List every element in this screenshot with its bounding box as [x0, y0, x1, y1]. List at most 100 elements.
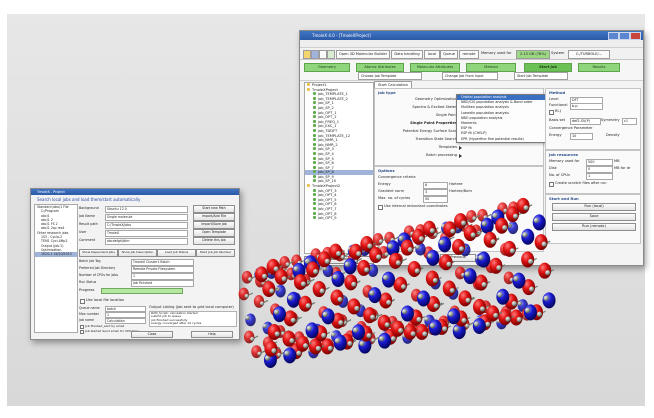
carbon-atom [257, 351, 262, 356]
carbon-atom [472, 216, 477, 221]
carbon-atom [453, 326, 459, 332]
carbon-atom [522, 232, 528, 238]
carbon-atom [502, 225, 508, 231]
carbon-atom [481, 281, 487, 288]
carbon-atom [524, 307, 531, 313]
carbon-atom [511, 301, 517, 307]
carbon-atom [287, 295, 294, 301]
carbon-atom [359, 340, 365, 347]
carbon-atom [395, 260, 401, 266]
carbon-atom [277, 352, 282, 357]
carbon-atom [446, 261, 452, 267]
carbon-atom [327, 345, 333, 351]
carbon-atom [427, 253, 433, 259]
carbon-atom [337, 296, 343, 303]
carbon-atom [384, 322, 390, 328]
carbon-atom [493, 312, 499, 319]
carbon-atom [336, 251, 342, 257]
carbon-atom [473, 321, 479, 327]
carbon-atom [382, 275, 389, 281]
carbon-atom [545, 270, 551, 276]
carbon-atom [513, 276, 519, 282]
carbon-atom [464, 271, 470, 277]
carbon-atom [313, 268, 319, 275]
carbon-atom [485, 321, 491, 327]
carbon-atom [439, 239, 445, 245]
carbon-atom [378, 239, 384, 244]
carbon-atom [271, 348, 277, 354]
carbon-atom [305, 303, 311, 309]
carbon-atom [417, 293, 424, 300]
carbon-atom [509, 248, 516, 254]
carbon-atom [448, 311, 454, 317]
carbon-atom [338, 320, 344, 326]
carbon-atom [458, 246, 465, 252]
carbon-atom [414, 268, 420, 274]
carbon-atom [321, 332, 327, 339]
carbon-atom [418, 236, 425, 242]
carbon-atom [398, 327, 404, 334]
carbon-atom [371, 338, 376, 343]
carbon-atom [400, 284, 407, 290]
carbon-atom [293, 266, 299, 272]
carbon-atom [332, 274, 338, 280]
carbon-atom [344, 261, 350, 267]
carbon-atom [387, 243, 393, 249]
carbon-atom [366, 333, 372, 339]
carbon-atom [354, 305, 360, 312]
screenshot-stage: TmoleX - Project Search local jobs and l… [0, 0, 654, 418]
carbon-atom [244, 293, 249, 299]
carbon-atom [289, 338, 295, 344]
carbon-atom [273, 309, 280, 315]
orbital-lobes [238, 197, 556, 368]
carbon-atom [481, 221, 487, 227]
carbon-atom [334, 338, 340, 344]
carbon-atom [429, 322, 435, 329]
carbon-atom [315, 345, 321, 352]
carbon-atom [284, 350, 290, 356]
carbon-atom [416, 316, 422, 323]
carbon-atom [465, 297, 471, 303]
carbon-atom [479, 306, 486, 312]
carbon-atom [401, 308, 408, 315]
carbon-atom [460, 220, 467, 226]
carbon-atom [376, 254, 382, 260]
carbon-atom [541, 241, 547, 247]
carbon-atom [492, 212, 498, 219]
carbon-atom [262, 323, 267, 329]
carbon-atom [449, 287, 455, 294]
carbon-atom [324, 258, 330, 264]
carbon-atom [364, 267, 370, 273]
carbon-atom [536, 311, 543, 317]
carbon-atom [285, 262, 290, 267]
carbon-atom [356, 251, 362, 257]
carbon-atom [422, 331, 428, 337]
carbon-atom [331, 332, 336, 337]
carbon-atom [347, 340, 353, 347]
carbon-atom [543, 295, 549, 301]
carbon-atom [516, 316, 522, 323]
carbon-atom [429, 228, 435, 234]
carbon-atom [261, 273, 268, 279]
carbon-atom [274, 331, 280, 337]
carbon-atom [352, 327, 359, 333]
nanotube-orbital-render [238, 197, 556, 368]
carbon-atom [490, 239, 496, 245]
carbon-atom [398, 235, 404, 241]
carbon-atom [461, 317, 467, 324]
carbon-atom [528, 258, 534, 265]
carbon-atom [432, 277, 438, 284]
carbon-atom [250, 336, 255, 342]
carbon-atom [407, 247, 413, 253]
carbon-atom [245, 315, 250, 320]
carbon-atom [410, 331, 416, 337]
carbon-atom [281, 276, 287, 282]
carbon-atom [269, 288, 275, 294]
carbon-atom [369, 290, 375, 296]
carbon-atom [433, 303, 439, 309]
carbon-atom [424, 316, 429, 322]
carbon-atom [306, 325, 312, 331]
carbon-atom [470, 232, 476, 238]
carbon-atom [319, 288, 325, 294]
carbon-atom [303, 343, 309, 349]
